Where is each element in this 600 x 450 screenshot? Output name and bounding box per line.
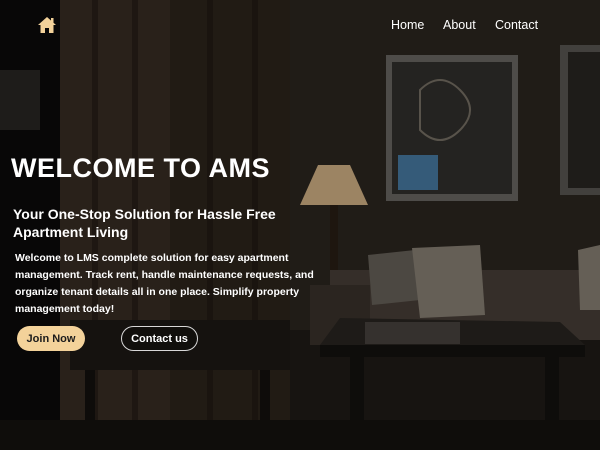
home-icon[interactable] — [37, 15, 57, 35]
join-now-button[interactable]: Join Now — [17, 326, 85, 351]
hero-section: Home About Contact WELCOME TO AMS Your O… — [0, 0, 600, 450]
nav-link-about[interactable]: About — [443, 18, 476, 32]
hero-title: WELCOME TO AMS — [11, 153, 270, 183]
nav-link-home[interactable]: Home — [391, 18, 424, 32]
navbar: Home About Contact — [0, 0, 600, 50]
nav-link-contact[interactable]: Contact — [495, 18, 538, 32]
contact-us-button[interactable]: Contact us — [121, 326, 198, 351]
hero-subtitle: Your One-Stop Solution for Hassle Free A… — [13, 206, 276, 240]
hero-description: Welcome to LMS complete solution for eas… — [15, 252, 314, 315]
